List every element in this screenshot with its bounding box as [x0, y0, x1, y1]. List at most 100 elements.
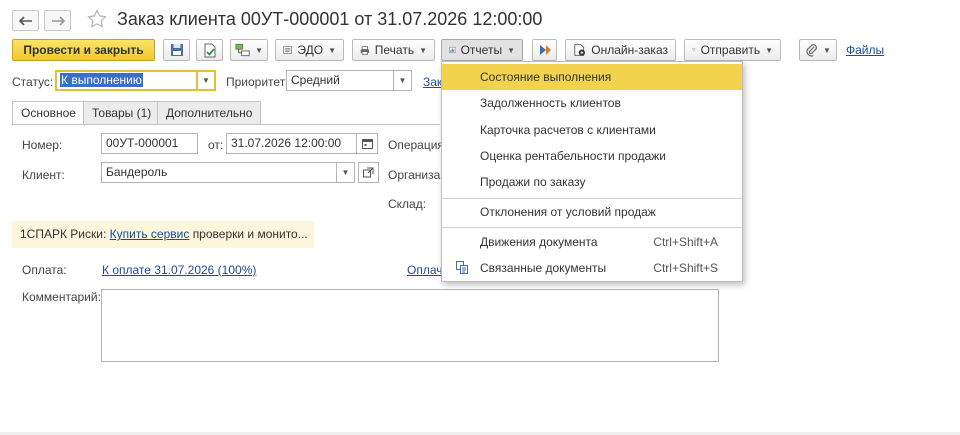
chevron-down-icon: ▼ — [823, 45, 831, 55]
priority-dropdown-button[interactable]: ▼ — [394, 70, 412, 91]
online-order-label: Онлайн-заказ — [591, 43, 668, 57]
menu-item-label: Оценка рентабельности продажи — [480, 149, 666, 163]
document-icon — [204, 43, 215, 57]
menu-separator — [442, 227, 742, 228]
send-icon — [692, 48, 696, 52]
client-label: Клиент: — [22, 168, 65, 182]
number-field[interactable]: 00УТ-000001 — [101, 133, 198, 154]
related-docs-icon — [456, 261, 468, 274]
forward-arrow-icon — [51, 15, 65, 26]
chevron-down-icon: ▼ — [507, 45, 515, 55]
menu-item-label: Продажи по заказу — [480, 175, 586, 189]
create-based-on-button[interactable]: ▼ — [230, 39, 268, 61]
reports-label: Отчеты — [460, 43, 503, 57]
operation-label: Операция — [388, 138, 444, 152]
payment-link[interactable]: К оплате 31.07.2026 (100%) — [102, 263, 256, 277]
menu-item-document-movements[interactable]: Движения документа Ctrl+Shift+A — [442, 229, 742, 255]
menu-item-label: Состояние выполнения — [480, 70, 612, 84]
edo-label: ЭДО — [297, 43, 324, 57]
back-arrow-icon — [18, 15, 32, 26]
edo-button[interactable]: ЭДО ▼ — [275, 39, 344, 61]
send-button[interactable]: Отправить ▼ — [684, 39, 781, 61]
structure-icon — [235, 43, 250, 57]
menu-item-label: Движения документа — [480, 235, 598, 249]
forward-button[interactable] — [44, 10, 71, 31]
attachment-icon — [806, 44, 817, 57]
send-label: Отправить — [700, 43, 761, 57]
star-icon — [87, 9, 107, 28]
menu-item-label: Отклонения от условий продаж — [480, 205, 656, 219]
menu-item-sales-by-order[interactable]: Продажи по заказу — [442, 169, 742, 195]
comment-textarea[interactable] — [101, 289, 719, 362]
spark-suffix: проверки и монито... — [192, 227, 308, 241]
chevron-down-icon: ▼ — [419, 45, 427, 55]
organization-label: Организа — [388, 168, 441, 182]
priority-label: Приоритет: — [226, 75, 289, 89]
comment-label: Комментарий: — [22, 290, 101, 304]
date-label: от: — [208, 138, 224, 152]
save-icon — [170, 44, 183, 56]
date-field[interactable]: 31.07.2026 12:00:00 — [226, 133, 357, 154]
reports-icon — [449, 46, 456, 54]
menu-item-related-documents[interactable]: Связанные документы Ctrl+Shift+S — [442, 255, 742, 281]
buy-service-link[interactable]: Купить сервис — [110, 227, 190, 241]
post-button[interactable] — [196, 39, 223, 61]
chevron-down-icon: ▼ — [255, 45, 263, 55]
tab-panel-divider — [12, 124, 440, 125]
paid-link[interactable]: Оплач — [407, 263, 443, 277]
back-button[interactable] — [12, 10, 39, 31]
save-button[interactable] — [163, 39, 190, 61]
payment-label: Оплата: — [22, 263, 67, 277]
menu-item-execution-status[interactable]: Состояние выполнения — [442, 64, 742, 90]
status-label: Статус: — [12, 75, 54, 89]
menu-item-label: Задолженность клиентов — [480, 96, 621, 110]
reports-button[interactable]: Отчеты ▼ — [441, 39, 523, 61]
menu-item-label: Карточка расчетов с клиентами — [480, 123, 656, 137]
status-dropdown-button[interactable]: ▼ — [198, 70, 216, 91]
tab-main[interactable]: Основное — [12, 101, 85, 126]
chevron-down-icon: ▼ — [328, 45, 336, 55]
post-and-close-label: Провести и закрыть — [23, 43, 144, 57]
menu-item-profitability[interactable]: Оценка рентабельности продажи — [442, 143, 742, 169]
menu-item-settlement-card[interactable]: Карточка расчетов с клиентами — [442, 117, 742, 143]
truncated-link[interactable]: Зак — [423, 75, 442, 89]
online-order-icon — [574, 44, 585, 56]
number-label: Номер: — [22, 138, 63, 152]
spark-prefix: 1СПАРК Риски: — [20, 227, 107, 241]
calendar-icon — [361, 139, 373, 149]
online-order-button[interactable]: Онлайн-заказ — [565, 39, 676, 61]
tab-additional[interactable]: Дополнительно — [157, 101, 262, 124]
printer-icon — [360, 45, 370, 55]
page-title: Заказ клиента 00УТ-000001 от 31.07.2026 … — [117, 9, 543, 29]
files-link[interactable]: Файлы — [846, 43, 884, 57]
status-field[interactable]: К выполнению — [55, 70, 198, 91]
post-and-close-button[interactable]: Провести и закрыть — [12, 39, 155, 61]
menu-item-sales-deviations[interactable]: Отклонения от условий продаж — [442, 199, 742, 225]
menu-item-shortcut: Ctrl+Shift+S — [653, 261, 718, 275]
priority-field[interactable]: Средний — [286, 70, 394, 91]
chevron-down-icon: ▼ — [341, 168, 350, 177]
open-icon — [363, 167, 374, 178]
menu-item-shortcut: Ctrl+Shift+A — [653, 235, 718, 249]
chevron-down-icon: ▼ — [202, 76, 210, 85]
favorite-star-button[interactable] — [87, 9, 107, 32]
warehouse-label: Склад: — [388, 197, 427, 211]
spark-risks-banner: 1СПАРК Риски: Купить сервис проверки и м… — [12, 221, 314, 248]
dispatch-icon — [539, 45, 551, 55]
edo-icon — [283, 46, 293, 54]
tab-goods[interactable]: Товары (1) — [83, 101, 161, 124]
dispatch-button[interactable] — [532, 39, 557, 61]
menu-item-client-debt[interactable]: Задолженность клиентов — [442, 90, 742, 116]
chevron-down-icon: ▼ — [398, 76, 407, 85]
reports-menu: Состояние выполнения Задолженность клиен… — [441, 61, 743, 282]
print-button[interactable]: Печать ▼ — [352, 39, 435, 61]
client-open-button[interactable] — [358, 162, 379, 183]
chevron-down-icon: ▼ — [765, 45, 773, 55]
status-value: К выполнению — [60, 73, 143, 87]
client-field[interactable]: Бандероль — [101, 162, 337, 183]
client-dropdown-button[interactable]: ▼ — [337, 162, 355, 183]
attachments-button[interactable]: ▼ — [799, 39, 837, 61]
calendar-button[interactable] — [357, 133, 378, 154]
menu-item-label: Связанные документы — [480, 261, 607, 275]
print-label: Печать — [374, 43, 415, 57]
